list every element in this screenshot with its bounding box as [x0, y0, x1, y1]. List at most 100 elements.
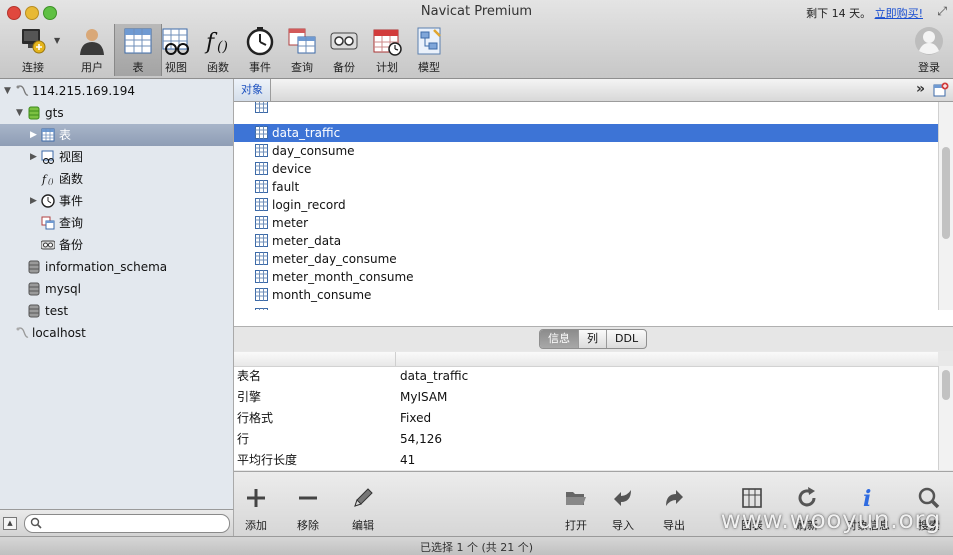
table-icon	[255, 102, 268, 113]
tab-columns[interactable]: 列	[579, 330, 607, 348]
tree-label: 事件	[59, 194, 84, 208]
info-row: 行 54,126	[234, 429, 938, 450]
tree-node-queries[interactable]: 查询	[0, 212, 233, 234]
disclosure-open-icon[interactable]: ▼	[16, 102, 23, 124]
edit-button[interactable]: 编辑	[341, 472, 385, 534]
event-icon	[41, 194, 55, 208]
connection-icon	[22, 29, 46, 54]
tree-node-server[interactable]: ▼ 114.215.169.194	[0, 80, 233, 102]
open-button[interactable]: 打开	[554, 472, 598, 534]
tree-label: information_schema	[45, 260, 168, 274]
toolbar-backup-button[interactable]: 备份	[321, 24, 367, 76]
trial-notice: 剩下 14 天。 立即购买!	[806, 5, 923, 21]
remove-label: 移除	[297, 519, 319, 532]
selection-status: 已选择 1 个 (共 21 个)	[419, 541, 534, 554]
disclosure-open-icon[interactable]: ▼	[4, 80, 11, 102]
tree-label: 查询	[59, 216, 84, 230]
svg-text:(): ()	[217, 39, 228, 55]
toolbar-user-button[interactable]: 用户	[69, 24, 115, 76]
tree-node-backups[interactable]: 备份	[0, 234, 233, 256]
collapse-sidebar-icon[interactable]: ▲	[3, 517, 17, 530]
schedule-icon	[373, 29, 402, 56]
tree-node-database-test[interactable]: test	[0, 300, 233, 322]
table-row-partial[interactable]	[234, 102, 938, 116]
scrollbar-thumb[interactable]	[942, 147, 950, 239]
disclosure-closed-icon[interactable]: ▶	[30, 146, 37, 168]
open-icon	[566, 492, 586, 505]
function-icon: f()	[41, 173, 54, 186]
toolbar-user-label: 用户	[81, 61, 103, 74]
remove-button[interactable]: 移除	[286, 472, 330, 534]
table-name: data_traffic	[272, 126, 341, 140]
table-row[interactable]: data_traffic	[234, 124, 938, 142]
server-connection-icon	[16, 327, 29, 338]
import-button[interactable]: 导入	[601, 472, 645, 534]
table-row[interactable]: meter	[234, 214, 938, 232]
table-name: meter_month_consume	[272, 270, 414, 284]
server-connection-icon	[16, 85, 29, 96]
sidebar-search-input[interactable]	[24, 514, 230, 533]
table-name: meter	[272, 216, 309, 230]
fullscreen-icon[interactable]: ⤢	[937, 4, 947, 19]
table-row[interactable]: month_consume	[234, 286, 938, 304]
edit-label: 编辑	[352, 519, 374, 532]
new-table-icon[interactable]	[933, 82, 949, 98]
info-value: 54,126	[400, 432, 442, 446]
tree-node-database-mysql[interactable]: mysql	[0, 278, 233, 300]
tree-node-views[interactable]: ▶ 视图	[0, 146, 233, 168]
table-name: login_record	[272, 198, 346, 212]
toolbar-event-button[interactable]: 事件	[237, 24, 283, 76]
tree-node-events[interactable]: ▶ 事件	[0, 190, 233, 212]
table-row[interactable]: meter_day_consume	[234, 250, 938, 268]
info-scrollbar[interactable]	[938, 366, 953, 470]
table-row[interactable]: login_record	[234, 196, 938, 214]
export-button[interactable]: 导出	[652, 472, 696, 534]
remove-icon	[299, 496, 317, 500]
table-list-scrollbar[interactable]	[938, 102, 953, 310]
user-icon	[80, 29, 104, 55]
buy-now-link[interactable]: 立即购买!	[875, 7, 923, 20]
open-label: 打开	[565, 519, 587, 532]
toolbar-schedule-button[interactable]: 计划	[364, 24, 410, 76]
table-row[interactable]: day_consume	[234, 142, 938, 160]
table-icon	[255, 270, 268, 283]
table-row[interactable]: device	[234, 160, 938, 178]
overflow-chevron-icon[interactable]: »	[916, 81, 925, 97]
tab-objects[interactable]: 对象	[234, 79, 271, 101]
table-icon	[41, 128, 55, 142]
toolbar-model-button[interactable]: 模型	[406, 24, 452, 76]
export-icon	[666, 490, 683, 506]
object-info-panel: 表名 data_traffic 引擎 MyISAM 行格式 Fixed 行 54…	[234, 352, 938, 470]
disclosure-closed-icon[interactable]: ▶	[30, 190, 37, 212]
table-name: day_consume	[272, 144, 355, 158]
table-row[interactable]: fault	[234, 178, 938, 196]
toolbar-login-button[interactable]: 登录	[906, 24, 952, 76]
tree-node-tables[interactable]: ▶ 表	[0, 124, 233, 146]
toolbar-view-button[interactable]: 视图	[153, 24, 199, 76]
add-icon	[247, 489, 265, 507]
tab-ddl[interactable]: DDL	[607, 330, 646, 348]
toolbar-function-button[interactable]: f () 函数	[195, 24, 241, 76]
tree-node-localhost[interactable]: localhost	[0, 322, 233, 344]
database-icon	[28, 260, 40, 274]
info-key: 行格式	[237, 411, 274, 425]
table-row[interactable]: meter_month_consume	[234, 268, 938, 286]
table-row[interactable]: meter_data	[234, 232, 938, 250]
scrollbar-thumb[interactable]	[942, 370, 950, 400]
tree-node-functions[interactable]: f() 函数	[0, 168, 233, 190]
tree-node-database-information-schema[interactable]: information_schema	[0, 256, 233, 278]
export-label: 导出	[663, 519, 685, 532]
tree-node-database-gts[interactable]: ▼ gts	[0, 102, 233, 124]
table-icon	[255, 198, 268, 211]
table-name: month_consume	[272, 288, 372, 302]
disclosure-closed-icon[interactable]: ▶	[30, 124, 37, 146]
tab-info[interactable]: 信息	[540, 330, 579, 348]
info-key: 行	[237, 432, 250, 446]
add-button[interactable]: 添加	[234, 472, 278, 534]
toolbar-query-button[interactable]: 查询	[279, 24, 325, 76]
toolbar-connection-button[interactable]: ▼ 连接	[10, 24, 60, 76]
dropdown-arrow-icon[interactable]: ▼	[54, 36, 60, 45]
database-icon	[28, 282, 40, 296]
database-open-icon	[28, 106, 40, 120]
backup-icon	[330, 32, 358, 50]
